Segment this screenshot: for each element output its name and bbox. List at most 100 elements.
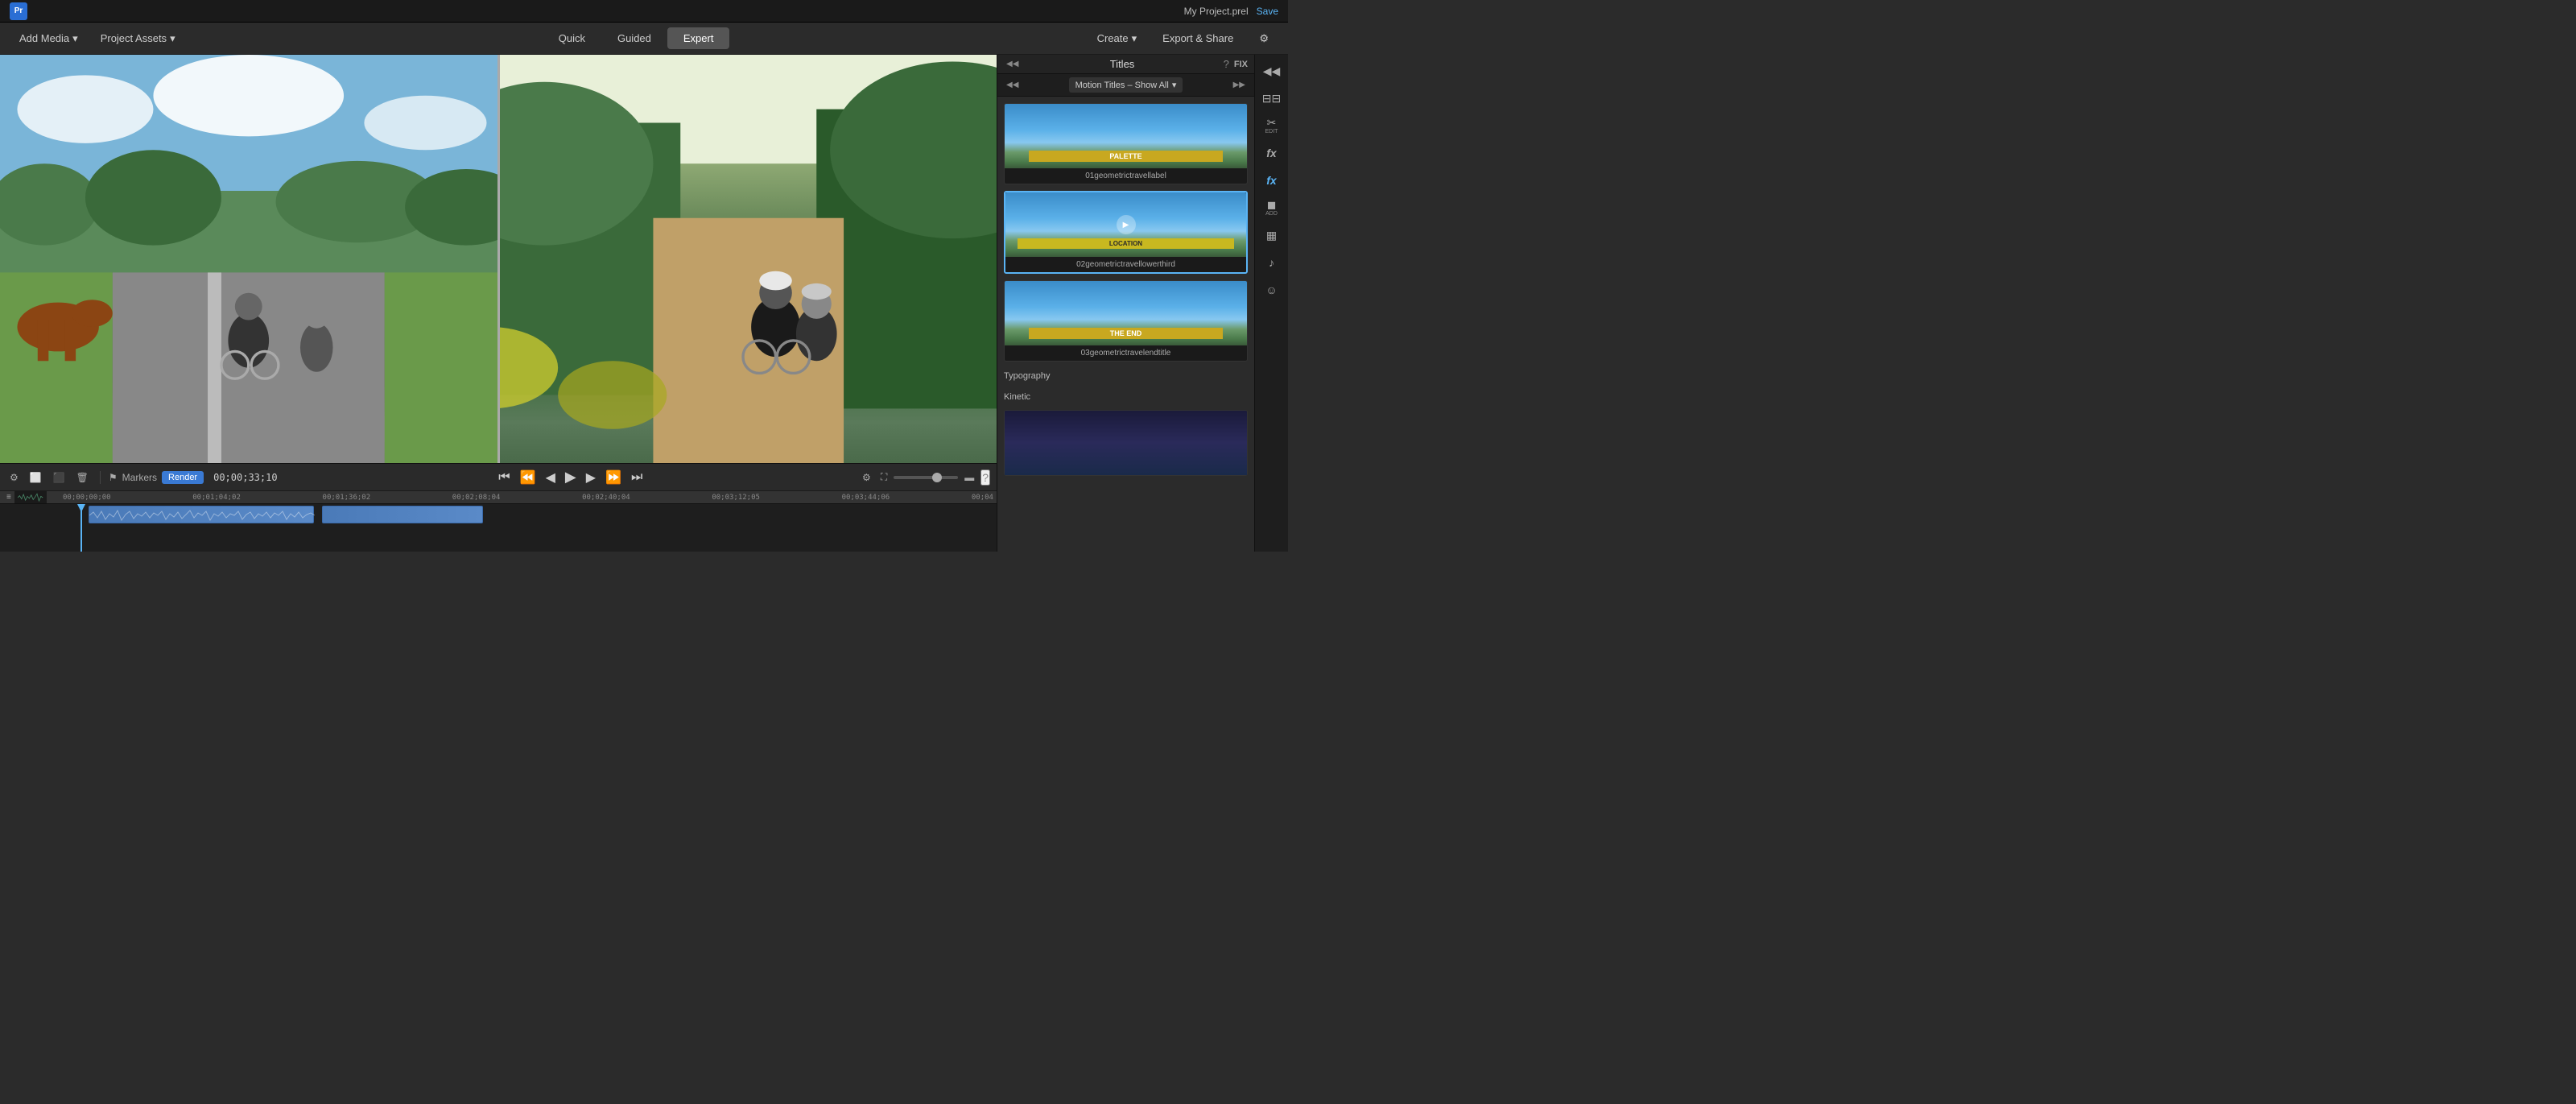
panel-help-button[interactable]: ? bbox=[1224, 58, 1229, 70]
frame-fwd-button[interactable]: ▶ bbox=[583, 468, 599, 487]
track-settings-button[interactable]: ⚙ bbox=[6, 470, 22, 485]
markers-button[interactable]: Markers bbox=[122, 472, 157, 483]
track-select-button[interactable]: ⬛ bbox=[50, 470, 68, 485]
ruler-mark-7: 00;04 bbox=[972, 494, 993, 502]
fix-button[interactable]: FIX bbox=[1234, 60, 1248, 69]
title-thumb-4 bbox=[1005, 411, 1247, 475]
panel-header: ◀◀ Motion Titles – Show All ▾ ▶▶ bbox=[997, 74, 1254, 97]
title-overlay-3: THE END bbox=[1029, 328, 1223, 339]
toolbar: Add Media ▾ Project Assets ▾ Quick Guide… bbox=[0, 23, 1288, 55]
add-icon-button[interactable]: ◼ ADD bbox=[1257, 195, 1286, 221]
photo-left-frame bbox=[0, 55, 497, 463]
flag-icon: ⚑ bbox=[109, 472, 118, 483]
top-bar: Pr My Project.prel Save bbox=[0, 0, 1288, 23]
delete-button[interactable]: 🗑 bbox=[73, 470, 92, 485]
zoom-out-button[interactable]: ▬ bbox=[961, 470, 977, 485]
title-overlay-2: LOCATION bbox=[1018, 238, 1234, 249]
timecode-display: 00;00;33;10 bbox=[208, 470, 282, 485]
ruler-mark-0: 00;00;00;00 bbox=[63, 494, 111, 502]
title-card-2[interactable]: ▶ LOCATION 02geometrictravellowerthird bbox=[1004, 191, 1248, 274]
titles-grid: PALETTE 01geometrictravellabel ▶ LOCATIO… bbox=[997, 97, 1254, 552]
adjust-icon-button[interactable]: ⊟⊟ bbox=[1257, 85, 1286, 111]
side-icons: ◀◀ ⊟⊟ ✂ EDIT fx fx ◼ ADD ▦ ♪ ☺ bbox=[1254, 55, 1288, 552]
toolbar-right: Create ▾ Export & Share ⚙ bbox=[1088, 29, 1278, 48]
video-track-clip[interactable] bbox=[89, 506, 314, 523]
timeline-controls: ⚙ ⬜ ⬛ 🗑 ⚑ Markers Render 00;00;33;10 ⏮ ⏪… bbox=[0, 464, 997, 491]
section-typography: Typography bbox=[1004, 368, 1248, 382]
panel-scroll-left-button[interactable]: ◀◀ bbox=[1004, 58, 1021, 70]
timeline-left-controls: ≡ bbox=[3, 491, 47, 504]
photo-right-frame bbox=[500, 55, 997, 463]
scroll-left-button[interactable]: ◀◀ bbox=[1004, 79, 1021, 91]
film-icon-button[interactable]: ▦ bbox=[1257, 222, 1286, 248]
top-bar-left: Pr bbox=[10, 2, 27, 20]
ruler-mark-3: 00;02;08;04 bbox=[452, 494, 501, 502]
go-start-button[interactable]: ⏮ bbox=[495, 469, 513, 486]
tab-quick[interactable]: Quick bbox=[543, 27, 601, 49]
track-options-button[interactable]: ≡ bbox=[3, 491, 14, 504]
settings-button[interactable]: ⚙ bbox=[1249, 29, 1278, 48]
settings2-button[interactable]: ⚙ bbox=[859, 470, 874, 485]
fullscreen-button[interactable]: ⛶ bbox=[877, 469, 890, 485]
timeline-area: ⚙ ⬜ ⬛ 🗑 ⚑ Markers Render 00;00;33;10 ⏮ ⏪… bbox=[0, 463, 997, 552]
create-button[interactable]: Create ▾ bbox=[1088, 29, 1147, 48]
track-content bbox=[0, 504, 997, 552]
preview-area: ⚙ ⬜ ⬛ 🗑 ⚑ Markers Render 00;00;33;10 ⏮ ⏪… bbox=[0, 55, 997, 552]
track-expand-button[interactable]: ⬜ bbox=[27, 470, 45, 485]
app-logo: Pr bbox=[10, 2, 27, 20]
zoom-slider[interactable] bbox=[894, 476, 958, 479]
fx1-icon-button[interactable]: fx bbox=[1257, 140, 1286, 166]
emoji-icon-button[interactable]: ☺ bbox=[1257, 277, 1286, 303]
scroll-right-button[interactable]: ▶▶ bbox=[1231, 79, 1248, 91]
ruler-mark-1: 00;01;04;02 bbox=[192, 494, 241, 502]
divider1 bbox=[100, 471, 101, 484]
tab-guided[interactable]: Guided bbox=[601, 27, 667, 49]
title-thumb-2: ▶ LOCATION bbox=[1005, 192, 1246, 257]
panel-title: Titles bbox=[1110, 58, 1135, 70]
go-end-button[interactable]: ⏭ bbox=[628, 469, 646, 486]
title-card-1[interactable]: PALETTE 01geometrictravellabel bbox=[1004, 103, 1248, 184]
project-name: My Project.prel bbox=[1184, 6, 1249, 17]
collapse-panel-button[interactable]: ◀◀ bbox=[1257, 58, 1286, 84]
fx2-icon-button[interactable]: fx bbox=[1257, 167, 1286, 193]
title-overlay-1: PALETTE bbox=[1029, 151, 1223, 162]
export-share-button[interactable]: Export & Share bbox=[1153, 29, 1243, 48]
section-kinetic: Kinetic bbox=[1004, 389, 1248, 403]
vol-zoom: ⚙ ⛶ ▬ ? bbox=[859, 469, 990, 486]
main-layout: ⚙ ⬜ ⬛ 🗑 ⚑ Markers Render 00;00;33;10 ⏮ ⏪… bbox=[0, 55, 1288, 552]
title-thumb-1: PALETTE bbox=[1005, 104, 1247, 168]
ruler-mark-2: 00;01;36;02 bbox=[323, 494, 371, 502]
title-name-1: 01geometrictravellabel bbox=[1005, 168, 1247, 184]
step-back-button[interactable]: ⏪ bbox=[517, 468, 539, 487]
playhead bbox=[80, 504, 82, 552]
video-track-clip2[interactable] bbox=[322, 506, 483, 523]
timeline-tracks-area bbox=[0, 504, 997, 552]
save-button[interactable]: Save bbox=[1257, 6, 1278, 17]
timeline-track: ≡ 00;00;00;00 00;01;04;02 0 bbox=[0, 491, 997, 552]
ruler-mark-5: 00;03;12;05 bbox=[712, 494, 760, 502]
play-button[interactable]: ▶ bbox=[562, 467, 580, 487]
title-card-3[interactable]: THE END 03geometrictravelendtitle bbox=[1004, 280, 1248, 362]
frame-back-button[interactable]: ◀ bbox=[543, 468, 559, 487]
add-media-button[interactable]: Add Media ▾ bbox=[10, 29, 88, 48]
play-overlay-2: ▶ bbox=[1117, 215, 1136, 234]
video-preview bbox=[0, 55, 997, 463]
title-thumb-3: THE END bbox=[1005, 281, 1247, 345]
render-button[interactable]: Render bbox=[162, 471, 204, 484]
video-right bbox=[500, 55, 997, 463]
motion-titles-dropdown[interactable]: Motion Titles – Show All ▾ bbox=[1069, 77, 1183, 93]
panel-top: ◀◀ Titles ? FIX bbox=[997, 55, 1254, 74]
ruler-mark-4: 00;02;40;04 bbox=[582, 494, 630, 502]
help-button[interactable]: ? bbox=[980, 469, 990, 486]
toolbar-left: Add Media ▾ Project Assets ▾ bbox=[10, 29, 185, 48]
tab-expert[interactable]: Expert bbox=[667, 27, 730, 49]
title-name-2: 02geometrictravellowerthird bbox=[1005, 257, 1246, 272]
step-fwd-button[interactable]: ⏩ bbox=[602, 468, 625, 487]
music-icon-button[interactable]: ♪ bbox=[1257, 250, 1286, 275]
title-card-4[interactable] bbox=[1004, 410, 1248, 476]
video-left bbox=[0, 55, 497, 463]
ruler-mark-6: 00;03;44;06 bbox=[842, 494, 890, 502]
project-assets-button[interactable]: Project Assets ▾ bbox=[91, 29, 185, 48]
title-name-3: 03geometrictravelendtitle bbox=[1005, 345, 1247, 361]
edit-icon-button[interactable]: ✂ EDIT bbox=[1257, 113, 1286, 139]
